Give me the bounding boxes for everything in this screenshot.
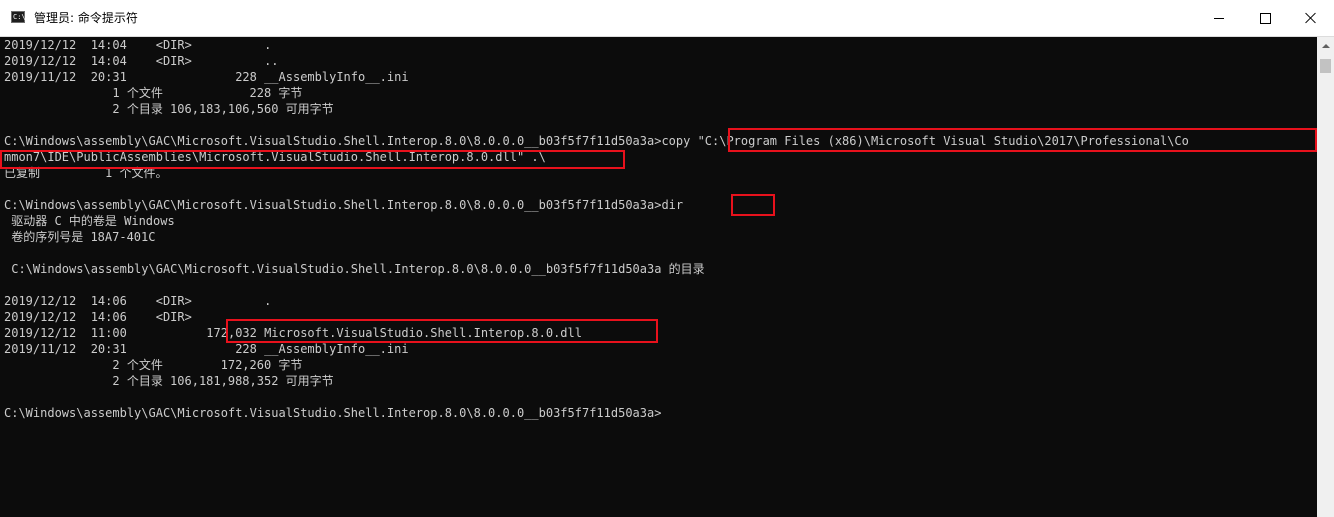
close-icon (1305, 12, 1317, 24)
copy-command-continuation-highlight (0, 150, 625, 169)
console-line: 卷的序列号是 18A7-401C (4, 230, 156, 244)
console-line: 2019/12/12 14:06 <DIR> . (4, 294, 272, 308)
cmd-app-icon-text: C:\ (13, 13, 26, 21)
minimize-button[interactable] (1196, 0, 1242, 36)
vertical-scrollbar[interactable] (1317, 37, 1334, 517)
console-line: 驱动器 C 中的卷是 Windows (4, 214, 175, 228)
copy-command-highlight (728, 128, 1317, 152)
window-title: 管理员: 命令提示符 (34, 11, 138, 25)
console-line: 1 个文件 228 字节 (4, 86, 303, 100)
console-line: C:\Windows\assembly\GAC\Microsoft.Visual… (4, 198, 684, 212)
console-line: C:\Windows\assembly\GAC\Microsoft.Visual… (4, 262, 705, 276)
console-line: 2019/12/12 14:04 <DIR> .. (4, 54, 279, 68)
console-line: 2 个目录 106,181,988,352 可用字节 (4, 374, 334, 388)
console-line: 2019/11/12 20:31 228 __AssemblyInfo__.in… (4, 342, 409, 356)
dir-command-highlight (731, 194, 775, 216)
maximize-icon (1259, 12, 1271, 24)
cmd-app-icon[interactable]: C:\ (11, 11, 26, 23)
console-output[interactable]: 2019/12/12 14:04 <DIR> . 2019/12/12 14:0… (0, 37, 1317, 517)
scrollbar-thumb[interactable] (1320, 59, 1331, 73)
console-line: 2 个目录 106,183,106,560 可用字节 (4, 102, 334, 116)
console-line: C:\Windows\assembly\GAC\Microsoft.Visual… (4, 406, 662, 420)
title-bar: C:\ 管理员: 命令提示符 (0, 0, 1334, 37)
console-line: 2 个文件 172,260 字节 (4, 358, 303, 372)
scroll-up-button[interactable] (1317, 37, 1334, 54)
console-line: 2019/11/12 20:31 228 __AssemblyInfo__.in… (4, 70, 409, 84)
close-button[interactable] (1288, 0, 1334, 36)
console-line: 2019/12/12 14:04 <DIR> . (4, 38, 272, 52)
maximize-button[interactable] (1242, 0, 1288, 36)
minimize-icon (1214, 17, 1224, 19)
dll-file-highlight (226, 319, 658, 343)
chevron-up-icon (1321, 43, 1330, 48)
